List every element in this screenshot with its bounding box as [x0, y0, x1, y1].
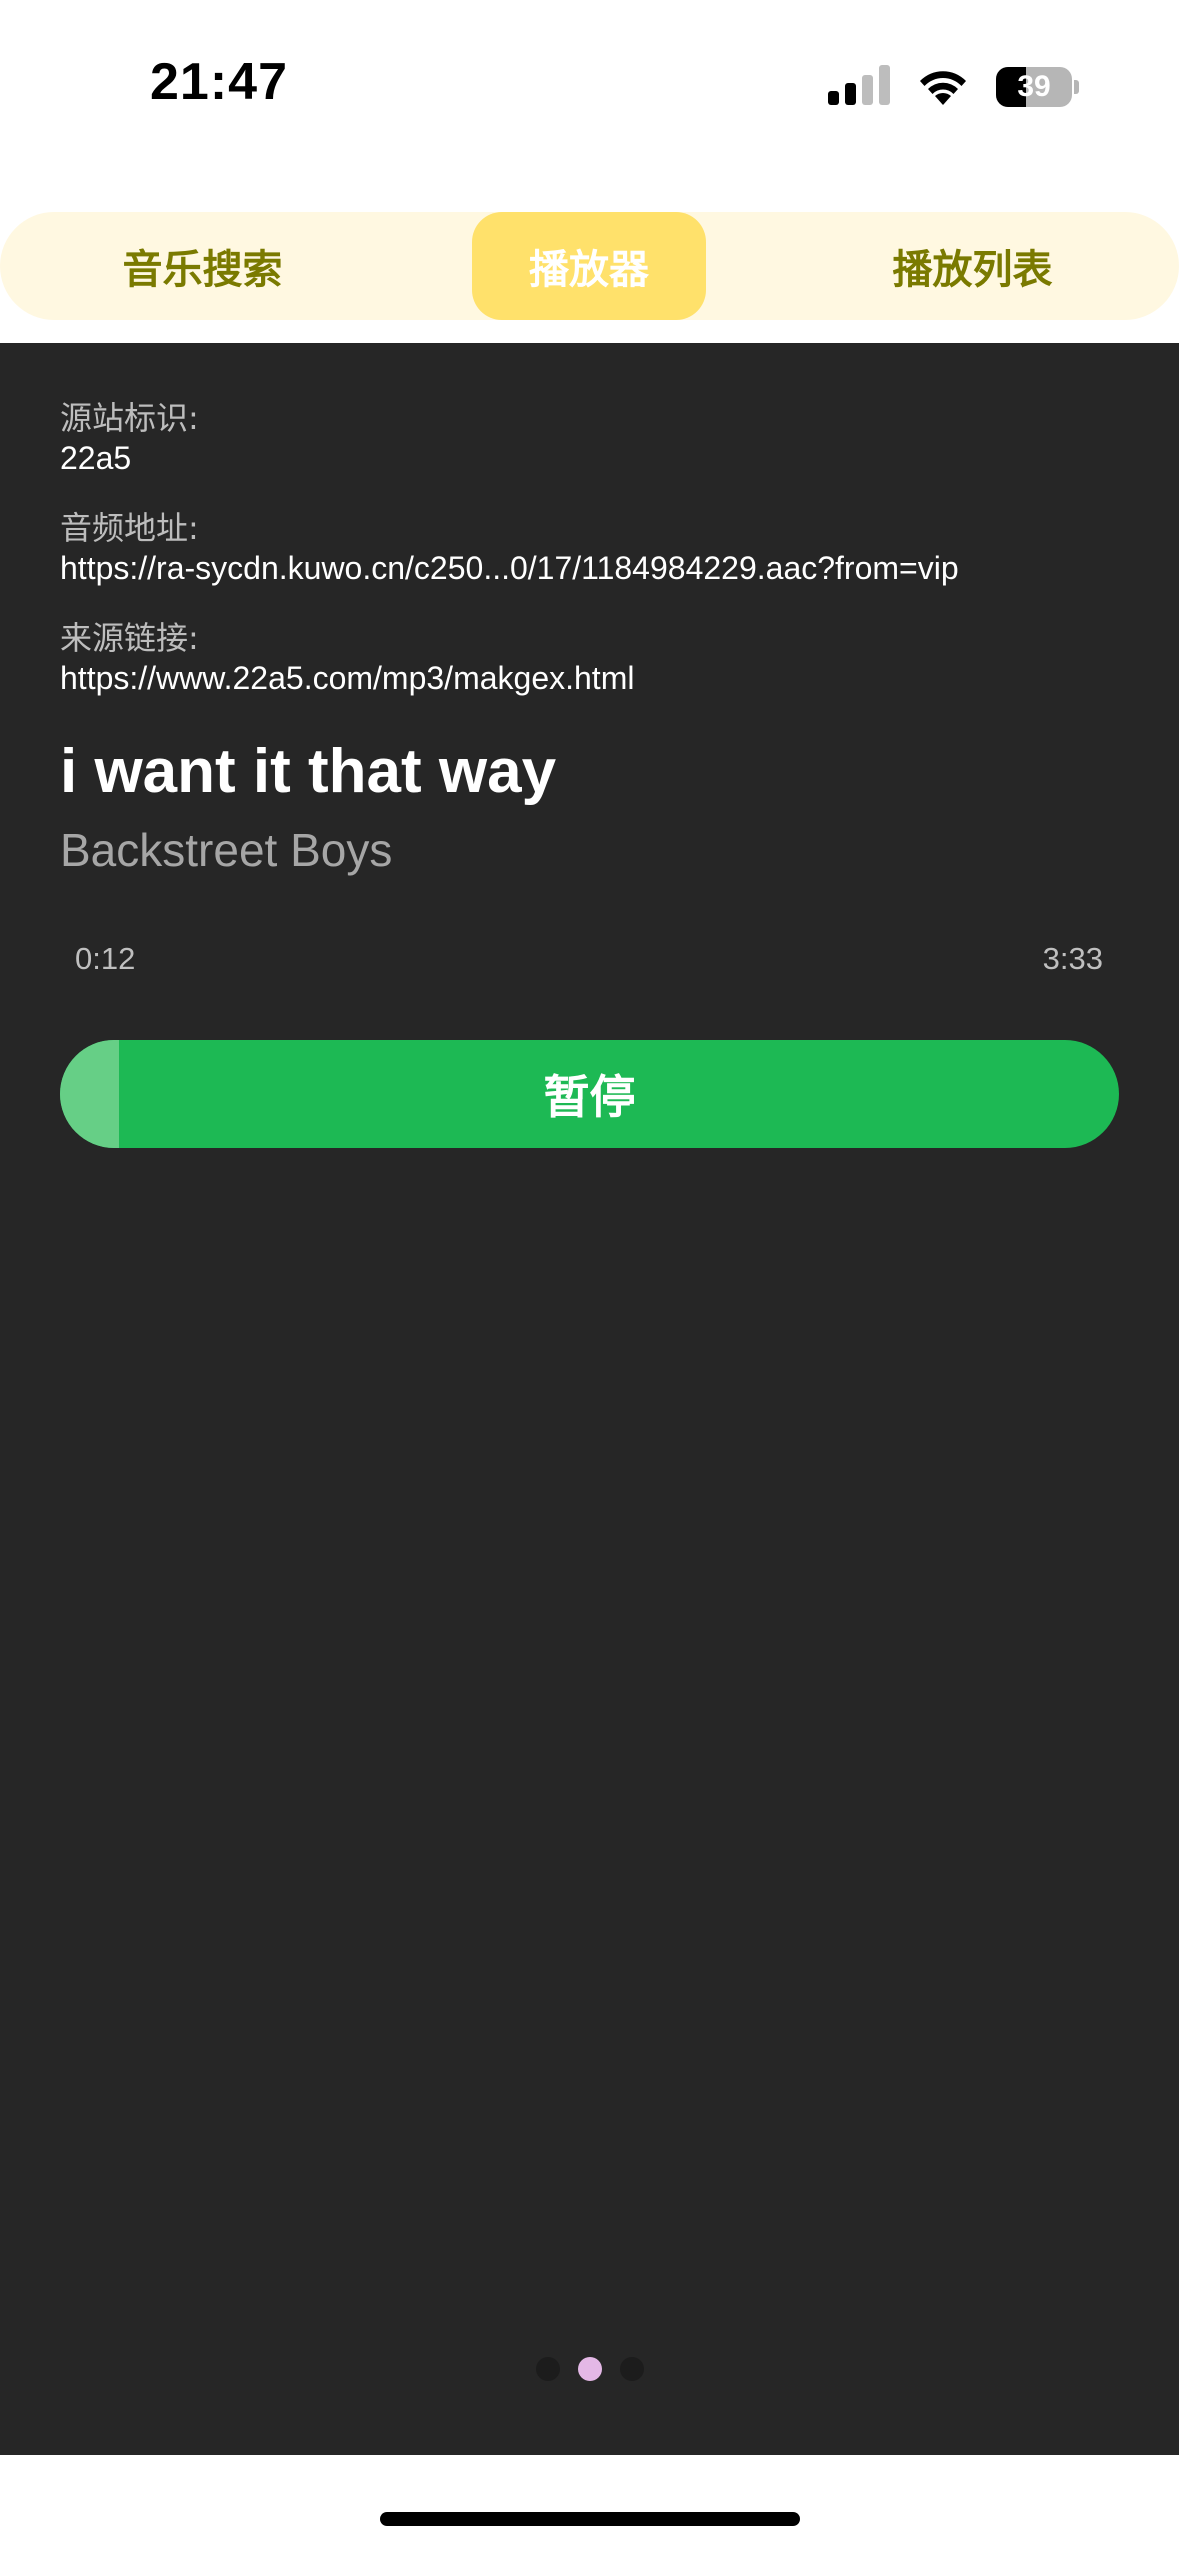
tab-player[interactable]: 播放器: [472, 212, 706, 320]
page-dot[interactable]: [577, 2357, 602, 2381]
audio-url-block: 音频地址: https://ra-sycdn.kuwo.cn/c250...0/…: [60, 508, 959, 588]
source-id-block: 源站标识: 22a5: [60, 398, 199, 478]
tab-music-search[interactable]: 音乐搜索: [60, 212, 345, 320]
battery-level: 39: [1017, 70, 1051, 103]
tab-bar: 音乐搜索 播放器 播放列表: [0, 212, 1179, 320]
battery-nub: [1074, 80, 1079, 94]
page-indicator: [0, 2357, 1179, 2381]
screen: 21:47 39 音乐搜索 播放器 播放列表 源站标识: 22a5 音频地址: …: [0, 0, 1179, 2556]
battery-icon: 39: [996, 67, 1072, 107]
cellular-signal-icon: [828, 65, 892, 109]
tab-playlist[interactable]: 播放列表: [830, 212, 1115, 320]
status-time: 21:47: [150, 53, 288, 111]
home-indicator[interactable]: [380, 2512, 800, 2526]
pause-button-label: 暂停: [543, 1070, 636, 1124]
page-dot[interactable]: [619, 2357, 644, 2381]
audio-url-label: 音频地址:: [60, 509, 199, 547]
source-id-value: 22a5: [60, 440, 132, 476]
audio-url-value[interactable]: https://ra-sycdn.kuwo.cn/c250...0/17/118…: [60, 548, 959, 588]
wifi-icon: [920, 71, 966, 105]
total-time: 3:33: [1042, 941, 1103, 976]
source-link-block: 来源链接: https://www.22a5.com/mp3/makgex.ht…: [60, 618, 634, 698]
current-time: 0:12: [75, 941, 136, 976]
player-panel: 源站标识: 22a5 音频地址: https://ra-sycdn.kuwo.c…: [0, 343, 1179, 2455]
page-dot[interactable]: [535, 2357, 560, 2381]
status-icons: 39: [828, 62, 1079, 112]
source-link-value[interactable]: https://www.22a5.com/mp3/makgex.html: [60, 658, 634, 698]
source-link-label: 来源链接:: [60, 619, 199, 657]
song-artist: Backstreet Boys: [60, 824, 393, 876]
source-id-label: 源站标识:: [60, 399, 199, 437]
song-title: i want it that way: [60, 737, 557, 806]
pause-button[interactable]: 暂停: [60, 1040, 1119, 1148]
